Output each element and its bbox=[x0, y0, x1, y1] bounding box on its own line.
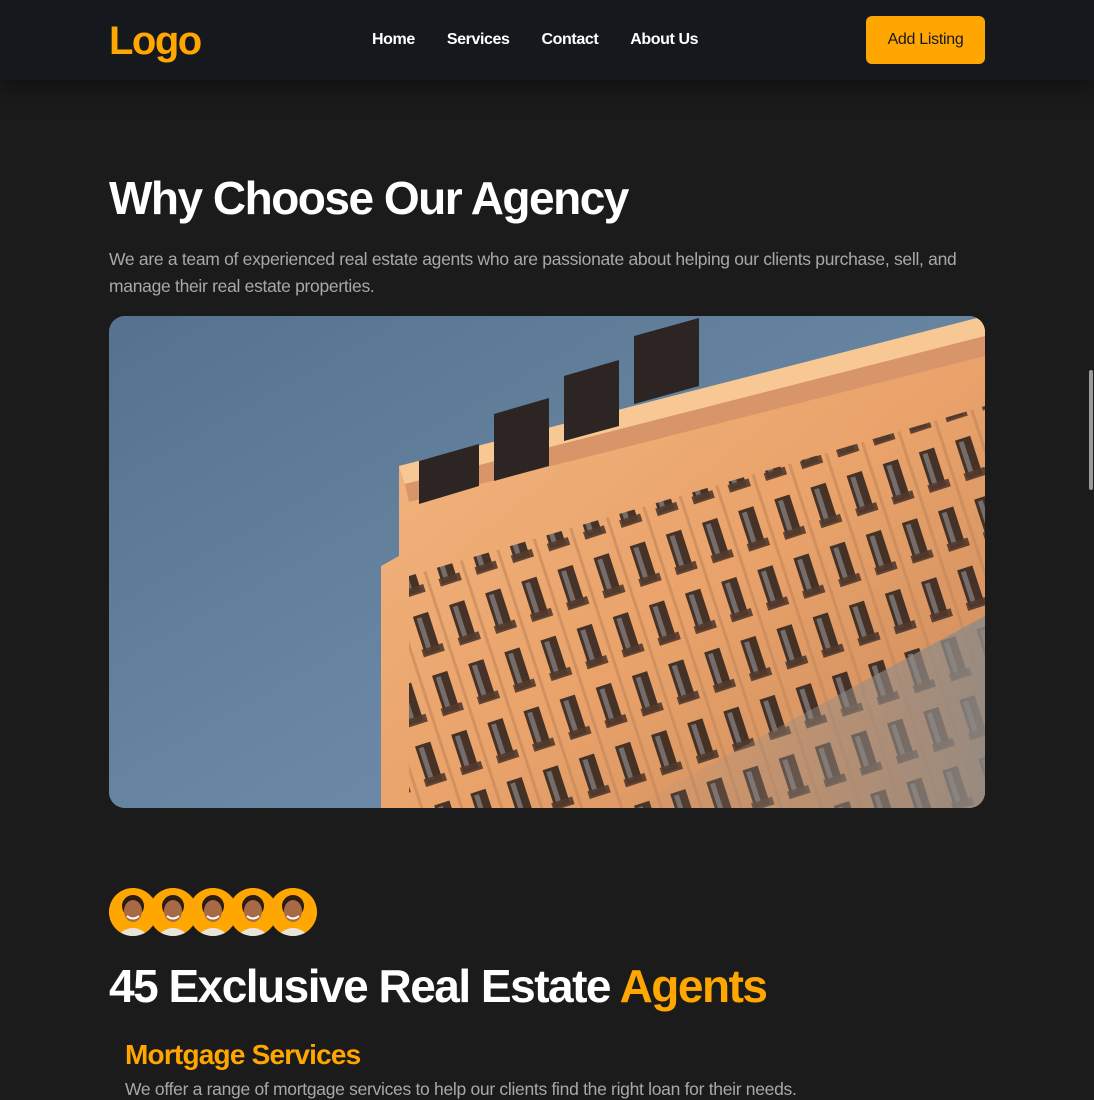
navbar: Logo Home Services Contact About Us Add … bbox=[0, 0, 1094, 80]
scrollbar-thumb[interactable] bbox=[1089, 370, 1093, 490]
agents-title-main: 45 Exclusive Real Estate bbox=[109, 960, 612, 1012]
hero-building-image bbox=[109, 316, 985, 808]
agents-title: 45 Exclusive Real Estate Agents bbox=[109, 958, 768, 1014]
why-choose-title: Why Choose Our Agency bbox=[109, 172, 629, 224]
nav-link-contact[interactable]: Contact bbox=[542, 30, 599, 50]
agents-title-accent: Agents bbox=[619, 960, 768, 1012]
nav-link-about-us[interactable]: About Us bbox=[630, 30, 698, 50]
service-description: We offer a range of mortgage services to… bbox=[125, 1079, 797, 1099]
agent-avatar[interactable] bbox=[269, 888, 317, 936]
nav-link-services[interactable]: Services bbox=[447, 30, 510, 50]
why-choose-description: We are a team of experienced real estate… bbox=[109, 249, 957, 296]
service-title: Mortgage Services bbox=[125, 1039, 361, 1070]
add-listing-button[interactable]: Add Listing bbox=[866, 16, 985, 64]
nav-links: Home Services Contact About Us bbox=[372, 30, 699, 50]
nav-link-home[interactable]: Home bbox=[372, 30, 415, 50]
logo[interactable]: Logo bbox=[109, 17, 202, 65]
